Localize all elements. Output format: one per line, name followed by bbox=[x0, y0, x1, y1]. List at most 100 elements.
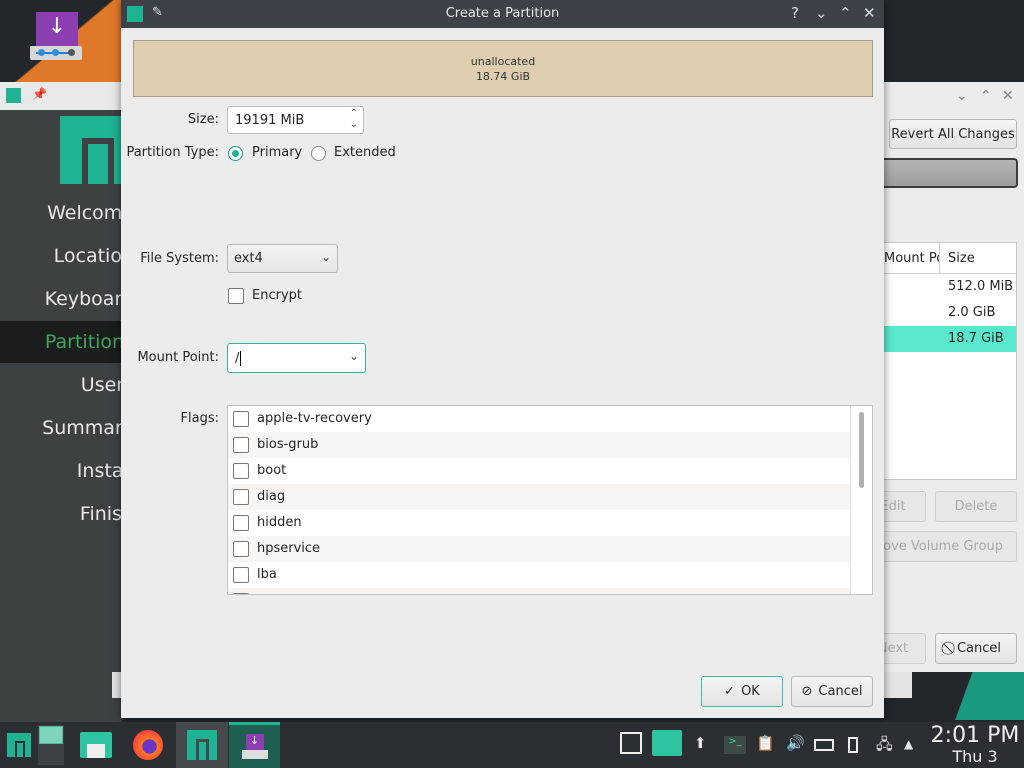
show-desktop-icon[interactable] bbox=[620, 732, 642, 754]
sidebar-item-keyboard: Keyboard bbox=[0, 278, 122, 320]
encrypt-checkbox[interactable] bbox=[228, 288, 244, 304]
size-label: Size: bbox=[187, 112, 219, 127]
flags-list: apple-tv-recovery bios-grub boot diag hi… bbox=[227, 405, 873, 595]
flag-checkbox[interactable] bbox=[233, 489, 249, 505]
sidebar-item-label: Finish bbox=[79, 503, 122, 525]
flag-item[interactable]: bios-grub bbox=[228, 432, 850, 458]
mount-point-combobox[interactable]: / ⌄ bbox=[227, 343, 366, 373]
ok-button[interactable]: ✓ OK bbox=[701, 676, 783, 707]
sidebar-item-summary: Summary bbox=[0, 407, 122, 449]
update-notifier-icon[interactable]: ⬆ bbox=[694, 734, 707, 752]
trash-icon[interactable] bbox=[652, 730, 682, 756]
maximize-icon[interactable]: ⌃ bbox=[839, 4, 852, 22]
manjaro-icon bbox=[187, 730, 217, 760]
table-row[interactable]: 512.0 MiB bbox=[884, 274, 1016, 300]
flag-checkbox[interactable] bbox=[233, 411, 249, 427]
extended-radio-label[interactable]: Extended bbox=[334, 145, 396, 160]
flag-checkbox[interactable] bbox=[233, 567, 249, 583]
checkmark-icon: ✓ bbox=[724, 684, 736, 699]
flag-item[interactable]: diag bbox=[228, 484, 850, 510]
chevron-down-icon[interactable]: ⌄ bbox=[349, 349, 359, 363]
sidebar-item-location: Location bbox=[0, 235, 122, 277]
dialog-titlebar: ✎ Create a Partition ? ⌄ ⌃ ✕ bbox=[121, 0, 884, 28]
sidebar-item-users: Users bbox=[0, 364, 122, 406]
primary-radio-label[interactable]: Primary bbox=[252, 145, 302, 160]
install-manjaro-desktop-icon[interactable]: ↓ bbox=[30, 12, 84, 64]
flag-item[interactable]: hidden bbox=[228, 510, 850, 536]
clock-time: 2:01 PM bbox=[930, 723, 1020, 748]
disk-usage-bar bbox=[884, 158, 1018, 188]
encrypt-label[interactable]: Encrypt bbox=[252, 288, 302, 303]
expand-tray-icon[interactable]: ▲ bbox=[904, 737, 913, 751]
sidebar-item-partitions: Partitions bbox=[0, 321, 122, 363]
flag-checkbox[interactable] bbox=[233, 463, 249, 479]
sidebar-item-label: Keyboard bbox=[44, 288, 122, 310]
folder-icon bbox=[80, 732, 112, 758]
flag-item[interactable]: lba bbox=[228, 562, 850, 588]
terminal-icon[interactable]: >_ bbox=[724, 736, 746, 754]
sidebar-item-label: Summary bbox=[42, 417, 122, 439]
flag-item[interactable]: boot bbox=[228, 458, 850, 484]
flag-item[interactable]: hpservice bbox=[228, 536, 850, 562]
sidebar-item-label: Users bbox=[80, 374, 122, 396]
partition-label: unallocated bbox=[470, 55, 536, 68]
sidebar-item-install: Install bbox=[0, 450, 122, 492]
cancel-button[interactable]: ⊘ Cancel bbox=[791, 676, 873, 707]
flag-checkbox[interactable] bbox=[233, 515, 249, 531]
help-icon[interactable]: ? bbox=[791, 4, 799, 22]
install-manjaro-icon: ↓ bbox=[241, 733, 268, 760]
cancel-icon: ⊘ bbox=[801, 684, 813, 699]
close-icon[interactable]: ✕ bbox=[1002, 88, 1014, 104]
clock[interactable]: 2:01 PM Thu 3 bbox=[930, 724, 1020, 766]
flag-checkbox[interactable] bbox=[233, 437, 249, 453]
column-header-size[interactable]: Size bbox=[940, 243, 975, 273]
column-header-mount-point[interactable]: Mount Point bbox=[884, 243, 940, 273]
scrollbar-thumb[interactable] bbox=[859, 412, 864, 488]
manjaro-icon bbox=[6, 88, 21, 103]
usb-device-icon[interactable] bbox=[848, 737, 858, 753]
maximize-icon[interactable]: ⌃ bbox=[980, 88, 992, 104]
size-spinbox[interactable]: 19191 MiB ⌃ ⌄ bbox=[227, 106, 364, 134]
pin-icon[interactable]: 📌 bbox=[32, 87, 47, 101]
sidebar-item-label: Welcome bbox=[47, 202, 122, 224]
chevron-down-icon: ⌄ bbox=[320, 250, 331, 264]
minimize-icon[interactable]: ⌄ bbox=[815, 4, 828, 22]
spin-arrows-icon[interactable]: ⌃ ⌄ bbox=[350, 108, 358, 130]
application-menu-button[interactable] bbox=[2, 722, 36, 768]
installer-cancel-button[interactable]: ⃠Cancel bbox=[935, 633, 1017, 664]
firefox-launcher[interactable] bbox=[130, 722, 166, 768]
extended-radio[interactable] bbox=[311, 146, 326, 161]
delete-button[interactable]: Delete bbox=[935, 491, 1017, 522]
firefox-icon bbox=[133, 730, 163, 760]
task-install-manjaro[interactable]: ↓ bbox=[229, 722, 280, 768]
sidebar-item-welcome: Welcome bbox=[0, 192, 122, 234]
desktop-pager[interactable] bbox=[38, 722, 64, 768]
file-system-label: File System: bbox=[140, 251, 219, 266]
revert-all-changes-button[interactable]: Revert All Changes bbox=[889, 119, 1017, 149]
partition-table: Mount Point Size 512.0 MiB 2.0 GiB 18.7 … bbox=[884, 242, 1017, 480]
flags-scrollbar[interactable] bbox=[850, 406, 872, 594]
network-icon[interactable]: 🖧 bbox=[876, 734, 893, 759]
clock-date: Thu 3 bbox=[952, 747, 998, 766]
flag-checkbox[interactable] bbox=[233, 541, 249, 557]
volume-icon[interactable]: 🔊 bbox=[786, 734, 805, 752]
close-icon[interactable]: ✕ bbox=[863, 4, 876, 22]
installer-titlebar: 📌 bbox=[0, 82, 122, 110]
file-system-select[interactable]: ext4 ⌄ bbox=[227, 244, 338, 273]
flag-checkbox[interactable] bbox=[233, 593, 249, 594]
primary-radio[interactable] bbox=[228, 146, 243, 161]
task-installer[interactable] bbox=[176, 722, 228, 768]
flag-item-partial[interactable] bbox=[228, 588, 850, 594]
battery-icon[interactable] bbox=[814, 739, 834, 751]
file-manager-launcher[interactable] bbox=[78, 722, 114, 768]
sidebar-item-finish: Finish bbox=[0, 493, 122, 535]
dialog-title: Create a Partition bbox=[445, 6, 560, 21]
table-row-selected[interactable]: 18.7 GiB bbox=[884, 326, 1016, 352]
partition-size: 18.74 GiB bbox=[475, 70, 531, 83]
minimize-icon[interactable]: ⌄ bbox=[956, 88, 968, 104]
partition-type-label: Partition Type: bbox=[126, 145, 219, 160]
table-row[interactable]: 2.0 GiB bbox=[884, 300, 1016, 326]
create-partition-dialog: ✎ Create a Partition ? ⌄ ⌃ ✕ unallocated… bbox=[121, 0, 884, 718]
flag-item[interactable]: apple-tv-recovery bbox=[228, 406, 850, 432]
clipboard-icon[interactable]: 📋 bbox=[756, 734, 775, 752]
